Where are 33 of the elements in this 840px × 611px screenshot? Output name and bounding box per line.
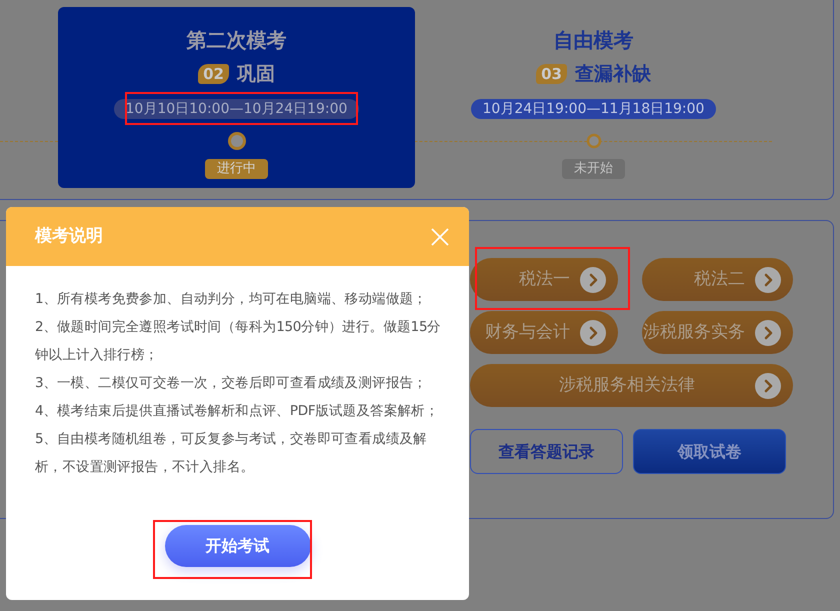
timeline-node-icon <box>226 131 246 151</box>
rule-text: 1、所有模考免费参加、自动判分，均可在电脑端、移动端做题； <box>35 290 428 309</box>
rule-text: 2、做题时间完全遵照考试时间（每科为150分钟）进行。做题15分钟以上计入排行榜； <box>35 318 442 365</box>
stage-subtitle: 查漏补缺 <box>574 62 651 87</box>
status-tag: 未开始 <box>562 159 625 179</box>
chevron-circle-icon <box>580 320 606 346</box>
stage-subtitle: 巩固 <box>236 62 275 87</box>
rule-text: 5、自由模考随机组卷，可反复参与考试，交卷即可查看成绩及解析，不设置测评报告，不计入排名。 <box>35 430 428 477</box>
date-range-pill: 10月24日19:00—11月18日19:00 <box>470 99 716 119</box>
status-tag: 进行中 <box>205 159 268 179</box>
action-button[interactable]: 领取试卷 <box>633 429 786 474</box>
stage-title: 自由模考 <box>554 27 634 53</box>
chevron-circle-icon <box>755 372 781 398</box>
start-exam-button[interactable]: 开始考试 <box>164 525 310 567</box>
action-button[interactable]: 查看答题记录 <box>470 429 623 474</box>
chevron-circle-icon <box>755 266 781 292</box>
subject-button[interactable]: 税法一 <box>470 258 618 301</box>
subject-button[interactable]: 涉税服务实务 <box>642 311 793 354</box>
stage-number-badge: 02 <box>198 64 229 84</box>
stage-number-badge: 03 <box>536 64 567 84</box>
chevron-circle-icon <box>580 266 606 292</box>
date-range-pill: 10月10日10:00—10月24日19:00 <box>114 99 360 119</box>
rule-text: 4、模考结束后提供直播试卷解析和点评、PDF版试题及答案解析； <box>35 402 440 421</box>
dialog-title: 模考说明 <box>35 224 103 248</box>
close-icon[interactable] <box>431 228 449 246</box>
stage-card[interactable]: 第二次模考 02 巩固 10月10日10:00—10月24日19:00 进行中 <box>58 7 415 188</box>
subject-button[interactable]: 财务与会计 <box>470 311 618 354</box>
subject-button[interactable]: 税法二 <box>642 258 793 301</box>
rule-text: 3、一模、二模仅可交卷一次，交卷后即可查看成绩及测评报告； <box>35 374 428 393</box>
stage-title: 第二次模考 <box>186 27 286 53</box>
subject-button[interactable]: 涉税服务相关法律 <box>470 364 793 407</box>
chevron-circle-icon <box>755 320 781 346</box>
stage-card[interactable]: 自由模考 03 查漏补缺 10月24日19:00—11月18日19:00 未开始 <box>415 7 772 188</box>
